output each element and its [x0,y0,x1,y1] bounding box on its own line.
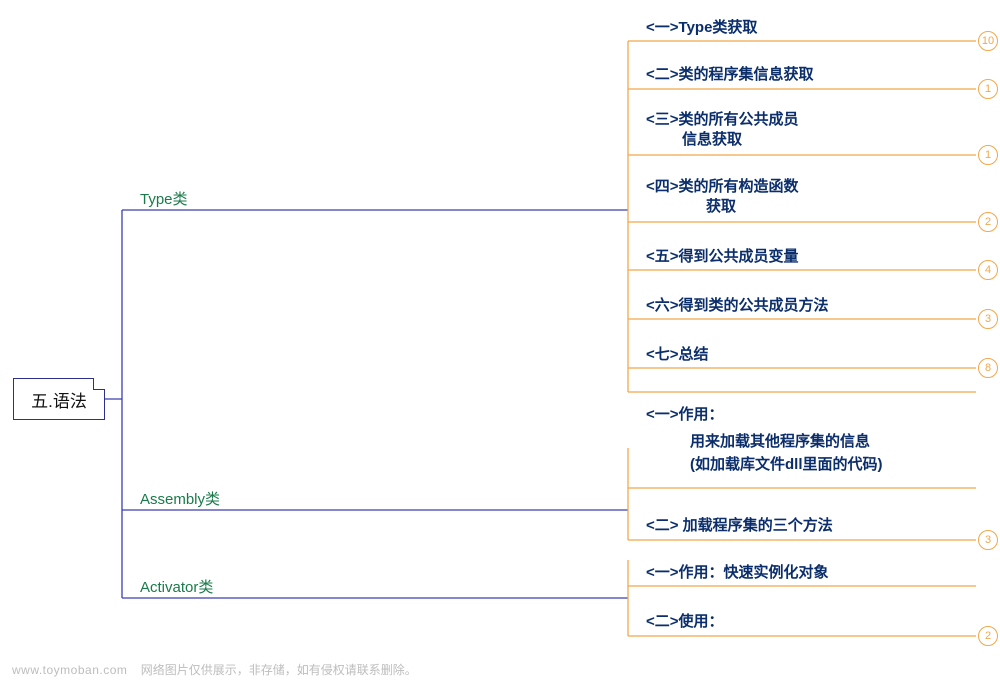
leaf-t3-line2: 信息获取 [646,130,799,150]
leaf-t3[interactable]: <三>类的所有公共成员 信息获取 [646,110,799,151]
branch-assembly[interactable]: Assembly类 [140,488,220,509]
leaf-t4[interactable]: <四>类的所有构造函数 获取 [646,177,799,218]
leaf-a1[interactable]: <一>作用： 用来加载其他程序集的信息 (如加载库文件dll里面的代码) [646,405,883,476]
leaf-t4-line1: <四>类的所有构造函数 [646,178,799,195]
watermark: www.toymoban.com 网络图片仅供展示，非存储，如有侵权请联系删除。 [12,661,417,678]
badge-t6[interactable]: 3 [978,309,998,329]
leaf-a1-line1: <一>作用： [646,406,724,423]
branch-activator[interactable]: Activator类 [140,576,213,597]
leaf-a1-line2: 用来加载其他程序集的信息 [690,431,883,454]
badge-t7[interactable]: 8 [978,358,998,378]
root-node[interactable]: 五.语法 [13,378,105,420]
root-title: 五.语法 [31,387,87,412]
badge-t4[interactable]: 2 [978,212,998,232]
badge-t1[interactable]: 10 [978,31,998,51]
leaf-t7[interactable]: <七>总结 [646,345,709,365]
watermark-site: www.toymoban.com [12,663,127,677]
leaf-t5[interactable]: <五>得到公共成员变量 [646,247,799,267]
leaf-a1-line3: (如加载库文件dll里面的代码) [690,454,883,477]
fold-corner-icon [93,378,105,390]
badge-t2[interactable]: 1 [978,79,998,99]
badge-t5[interactable]: 4 [978,260,998,280]
leaf-t1[interactable]: <一>Type类获取 [646,18,757,38]
leaf-v2[interactable]: <二>使用： [646,612,724,632]
leaf-t2[interactable]: <二>类的程序集信息获取 [646,65,814,85]
badge-a2[interactable]: 3 [978,530,998,550]
badge-v2[interactable]: 2 [978,626,998,646]
leaf-t6[interactable]: <六>得到类的公共成员方法 [646,296,829,316]
leaf-t4-line2: 获取 [646,197,799,217]
leaf-a2[interactable]: <二> 加载程序集的三个方法 [646,516,833,536]
leaf-v1[interactable]: <一>作用：快速实例化对象 [646,563,829,583]
leaf-t3-line1: <三>类的所有公共成员 [646,111,799,128]
branch-type[interactable]: Type类 [140,188,188,209]
watermark-note: 网络图片仅供展示，非存储，如有侵权请联系删除。 [141,663,417,677]
badge-t3[interactable]: 1 [978,145,998,165]
